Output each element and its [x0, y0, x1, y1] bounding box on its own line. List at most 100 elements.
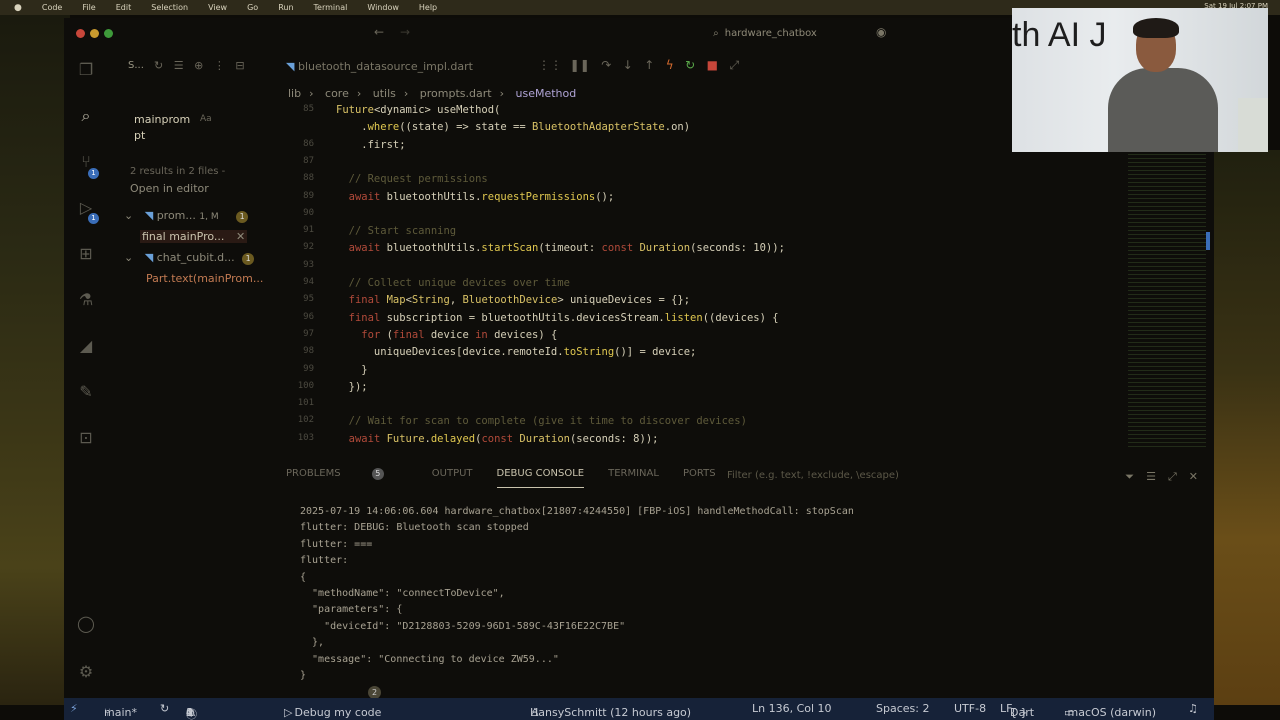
search-input[interactable]: mainprom pt: [134, 112, 190, 144]
line-number: 103: [297, 432, 314, 443]
menu-run[interactable]: Run: [278, 3, 293, 12]
encoding[interactable]: UTF-8: [954, 702, 986, 715]
search-view-icon[interactable]: ⌕: [76, 106, 96, 126]
step-over-icon[interactable]: ↷: [601, 58, 611, 72]
breadcrumb-item[interactable]: core: [325, 87, 349, 100]
dismiss-result-icon[interactable]: ✕: [236, 230, 245, 243]
drag-handle-icon[interactable]: ⋮⋮: [538, 58, 562, 72]
match-case-toggle[interactable]: Aa: [200, 114, 212, 124]
code-line[interactable]: 97 for (final device in devices) {: [284, 329, 1184, 346]
apple-icon[interactable]: ●: [14, 3, 22, 13]
console-filter-input[interactable]: Filter (e.g. text, !exclude, \escape): [727, 470, 899, 481]
command-center-search[interactable]: ⌕ hardware_chatbox: [580, 23, 950, 43]
remote-indicator-icon[interactable]: ⚡: [70, 702, 78, 715]
result-file-row[interactable]: ⌄ ◥ prom... 1, M 1: [124, 209, 249, 223]
explorer-icon[interactable]: ❐: [76, 60, 96, 80]
tab-terminal[interactable]: TERMINAL: [608, 468, 659, 488]
device-selector[interactable]: ▭ macOS (darwin): [1064, 702, 1156, 719]
view-as-tree-icon[interactable]: ⋮: [214, 59, 225, 72]
code-text: final subscription = bluetoothUtils.devi…: [348, 311, 779, 324]
menu-edit[interactable]: Edit: [116, 3, 132, 12]
editor-tab[interactable]: ◥ bluetooth_datasource_impl.dart: [286, 60, 473, 73]
code-editor[interactable]: 85 Future<dynamic> useMethod( .where((sta…: [284, 104, 1204, 456]
step-into-icon[interactable]: ↓: [623, 58, 633, 72]
minimize-window-button[interactable]: [90, 29, 99, 38]
code-line[interactable]: 100 });: [284, 381, 1184, 398]
clear-console-icon[interactable]: ☰: [1146, 470, 1156, 484]
code-line[interactable]: 94 // Collect unique devices over time: [284, 277, 1184, 294]
maximize-panel-icon[interactable]: ⤢: [1168, 470, 1177, 484]
code-line[interactable]: 96 final subscription = bluetoothUtils.d…: [284, 312, 1184, 329]
restart-icon[interactable]: ↻: [685, 58, 695, 72]
code-line[interactable]: 92 await bluetoothUtils.startScan(timeou…: [284, 242, 1184, 259]
code-line[interactable]: 98 uniqueDevices[device.remoteId.toStrin…: [284, 346, 1184, 363]
menu-file[interactable]: File: [82, 3, 95, 12]
tab-ports[interactable]: PORTS: [683, 468, 716, 488]
code-line[interactable]: 90: [284, 208, 1184, 225]
notifications-icon[interactable]: ♫: [1188, 702, 1198, 715]
code-line[interactable]: 91 // Start scanning: [284, 225, 1184, 242]
scrollbar[interactable]: [1206, 232, 1210, 250]
settings-gear-icon[interactable]: ⚙: [76, 662, 96, 682]
result-file-row[interactable]: ⌄ ◥ chat_cubit.d... 1: [124, 251, 255, 265]
code-line[interactable]: 99 }: [284, 364, 1184, 381]
code-line[interactable]: 93: [284, 260, 1184, 277]
back-arrow-icon[interactable]: ←: [374, 25, 384, 39]
open-in-editor-link[interactable]: Open in editor: [130, 182, 209, 195]
minimap[interactable]: [1128, 150, 1206, 450]
code-line[interactable]: 95 final Map<String, BluetoothDevice> un…: [284, 294, 1184, 311]
pause-icon[interactable]: ❚❚: [570, 58, 590, 72]
cursor-position[interactable]: Ln 136, Col 10: [752, 702, 832, 715]
tab-debug-console[interactable]: DEBUG CONSOLE: [496, 468, 585, 488]
open-devtools-icon[interactable]: ⤢: [729, 58, 739, 72]
branch-name: main*: [104, 706, 137, 719]
step-out-icon[interactable]: ↑: [644, 58, 654, 72]
close-window-button[interactable]: [76, 29, 85, 38]
debug-config[interactable]: ▷ Debug my code: [284, 702, 381, 719]
tab-problems[interactable]: PROBLEMS 5: [286, 468, 408, 488]
dart-file-icon: ◥: [144, 209, 154, 222]
refresh-icon[interactable]: ↻: [154, 59, 163, 72]
flutter-icon[interactable]: ◢: [76, 336, 96, 356]
maximize-window-button[interactable]: [104, 29, 113, 38]
presenter-hair: [1133, 18, 1179, 38]
filter-icon[interactable]: ⏷: [1125, 470, 1134, 484]
extensions-icon[interactable]: ⊞: [76, 244, 96, 264]
tab-output[interactable]: OUTPUT: [432, 468, 473, 488]
forward-arrow-icon[interactable]: →: [400, 25, 410, 39]
code-line[interactable]: 102 // Wait for scan to complete (give i…: [284, 415, 1184, 432]
menu-go[interactable]: Go: [247, 3, 258, 12]
result-match-row[interactable]: Part.text(mainProm...: [146, 272, 263, 285]
close-panel-icon[interactable]: ✕: [1189, 470, 1198, 484]
breadcrumb-item[interactable]: utils: [373, 87, 396, 100]
breadcrumb-item[interactable]: lib: [288, 87, 301, 100]
edit-pencil-icon[interactable]: ✎: [76, 382, 96, 402]
breadcrumb-item[interactable]: useMethod: [516, 87, 577, 100]
stop-icon[interactable]: ■: [707, 58, 718, 72]
menu-selection[interactable]: Selection: [151, 3, 188, 12]
menu-code[interactable]: Code: [42, 3, 62, 12]
copilot-icon[interactable]: ◉: [876, 25, 886, 39]
testing-icon[interactable]: ⚗: [76, 290, 96, 310]
code-line[interactable]: 88 // Request permissions: [284, 173, 1184, 190]
new-search-editor-icon[interactable]: ⊕: [194, 59, 203, 72]
remote-explorer-icon[interactable]: ⊡: [76, 428, 96, 448]
breadcrumb-item[interactable]: prompts.dart: [420, 87, 492, 100]
account-icon[interactable]: ◯: [76, 614, 96, 634]
code-line[interactable]: 89 await bluetoothUtils.requestPermissio…: [284, 191, 1184, 208]
clear-results-icon[interactable]: ☰: [174, 59, 184, 72]
hot-reload-icon[interactable]: ϟ: [666, 58, 674, 72]
code-line[interactable]: 101: [284, 398, 1184, 415]
code-line[interactable]: 103 await Future.delayed(const Duration(…: [284, 433, 1184, 450]
menu-help[interactable]: Help: [419, 3, 437, 12]
problems-count-badge: 5: [371, 468, 384, 480]
menu-terminal[interactable]: Terminal: [314, 3, 348, 12]
collapse-all-icon[interactable]: ⊟: [235, 59, 244, 72]
menu-view[interactable]: View: [208, 3, 227, 12]
code-line[interactable]: 87: [284, 156, 1184, 173]
sync-icon[interactable]: ↻: [160, 702, 169, 715]
source-control-badge: 1: [88, 168, 99, 179]
indentation[interactable]: Spaces: 2: [876, 702, 929, 715]
result-match-row[interactable]: final mainPro... ✕: [140, 230, 248, 243]
menu-window[interactable]: Window: [367, 3, 399, 12]
